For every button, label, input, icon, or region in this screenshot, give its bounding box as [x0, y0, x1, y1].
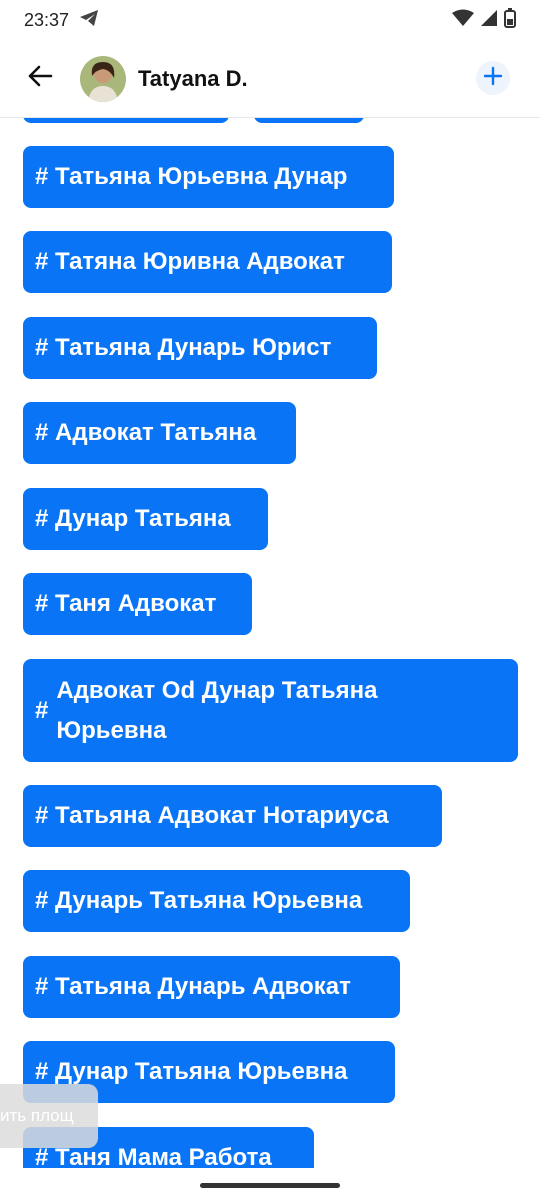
arrow-left-icon [27, 64, 53, 93]
tag-list: # Татьяна Юрьевна Дунар # Татяна Юривна … [0, 118, 540, 1168]
add-button[interactable] [476, 61, 510, 95]
chat-title[interactable]: Tatyana D. [138, 66, 248, 92]
telegram-icon [79, 9, 99, 32]
tag-chip[interactable]: # Татьяна Дунарь Адвокат [23, 956, 400, 1018]
tag-chip[interactable]: # Татьяна Адвокат Нотариуса [23, 785, 442, 847]
tag-chip[interactable]: # Татяна Юривна Адвокат [23, 231, 392, 293]
tag-chip[interactable]: # Татьяна Юрьевна Дунар [23, 146, 394, 208]
signal-icon [480, 9, 498, 32]
wifi-icon [452, 9, 474, 32]
floating-toast[interactable]: ить площ [0, 1084, 98, 1148]
tag-chip[interactable]: # Таня Адвокат [23, 573, 252, 635]
avatar[interactable] [80, 55, 126, 102]
tag-chip[interactable]: # Татьяна Дунарь Юрист [23, 317, 377, 379]
tag-chip[interactable]: # Дунарь Татьяна Юрьевна [23, 870, 410, 932]
tag-chip[interactable]: # Дунар Татьяна [23, 488, 268, 550]
tag-chip-partial[interactable] [23, 118, 229, 123]
battery-icon [504, 7, 516, 33]
tag-chip[interactable]: # Адвокат Татьяна [23, 402, 296, 464]
app-bar: Tatyana D. [0, 40, 540, 118]
plus-icon [483, 66, 503, 91]
home-indicator[interactable] [200, 1183, 340, 1188]
status-bar: 23:37 [0, 0, 540, 40]
back-button[interactable] [0, 40, 80, 118]
tag-chip[interactable]: # Адвокат Od Дунар Татьяна Юрьевна [23, 659, 518, 762]
tag-chip-partial[interactable] [254, 118, 364, 123]
status-time: 23:37 [24, 9, 70, 30]
